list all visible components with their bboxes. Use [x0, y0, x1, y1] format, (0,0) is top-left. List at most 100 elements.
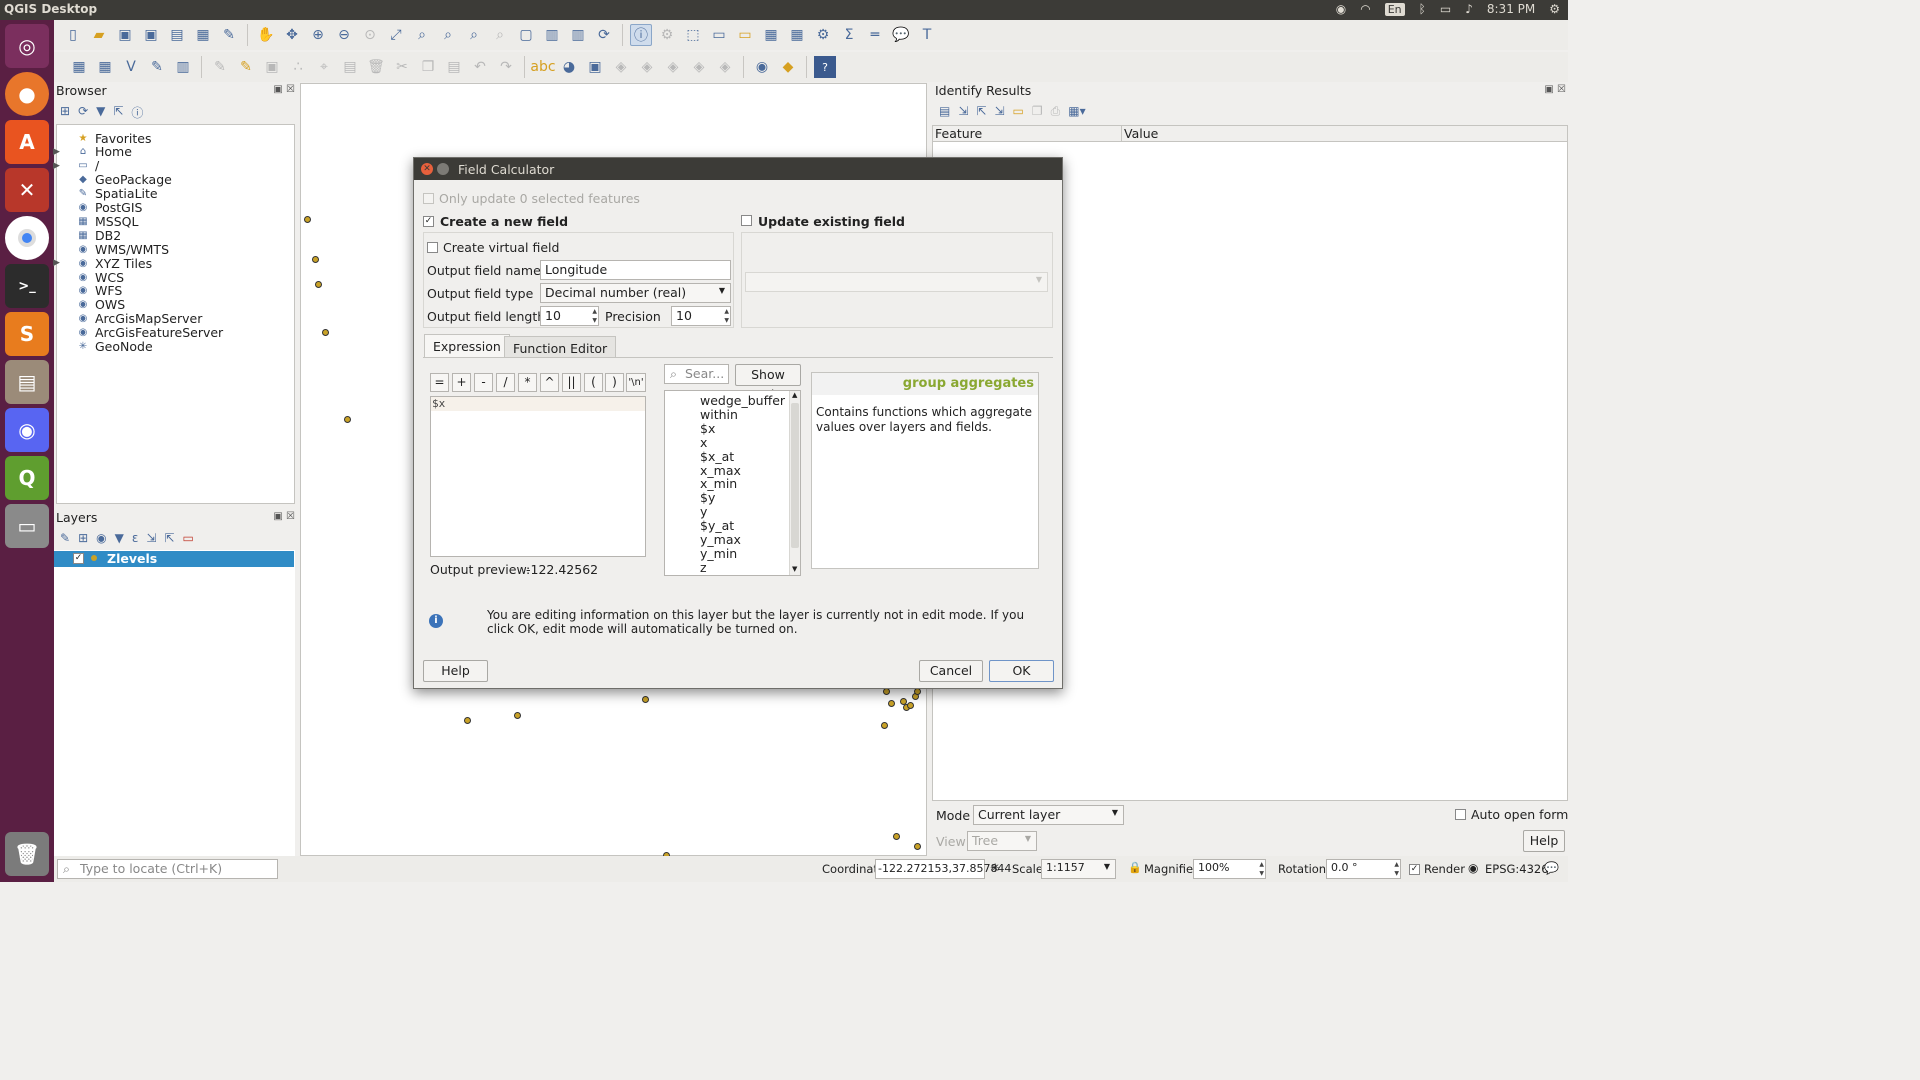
identify-settings-icon[interactable]: ▦▾ [1068, 104, 1085, 119]
output-field-type-select[interactable]: Decimal number (real) ▼ [540, 283, 731, 303]
map-feature-point[interactable] [893, 833, 900, 840]
existing-field-select[interactable]: ▼ [745, 272, 1048, 292]
crs-globe-icon[interactable]: ◉ [1468, 861, 1478, 875]
render-checkbox[interactable]: ✓ [1409, 864, 1420, 875]
tab-function-editor[interactable]: Function Editor [504, 336, 617, 358]
current-edits-icon[interactable]: ✎ [209, 56, 231, 78]
new-map-view-icon[interactable]: ▢ [515, 24, 537, 46]
browser-item[interactable]: ◉ PostGIS [77, 200, 143, 215]
disk-icon[interactable]: ▭ [5, 504, 49, 548]
discord-tray-icon[interactable]: ◉ [1336, 2, 1346, 16]
manage-map-themes-icon[interactable]: ◉ [96, 531, 106, 545]
browser-item[interactable]: ▦ MSSQL [77, 214, 138, 229]
spin-arrows-icon[interactable]: ▲ ▼ [1259, 860, 1264, 878]
precision-spinbox[interactable]: 10 ▲ ▼ [671, 306, 731, 326]
scale-select[interactable]: 1:1157 ▼ [1041, 859, 1116, 879]
add-db-layer-icon[interactable]: ▥ [172, 56, 194, 78]
copy-features-icon[interactable]: ❐ [417, 56, 439, 78]
function-list-item[interactable]: x_max [700, 463, 741, 478]
only-update-selected-checkbox[interactable] [423, 193, 434, 204]
save-project-icon[interactable]: ▣ [114, 24, 136, 46]
cut-features-icon[interactable]: ✂ [391, 56, 413, 78]
operator-button[interactable]: ^ [540, 373, 559, 392]
rotation-spinbox[interactable]: 0.0 ° ▲ ▼ [1326, 859, 1401, 879]
map-feature-point[interactable] [914, 843, 921, 850]
function-list-item[interactable]: x_min [700, 476, 737, 491]
cancel-button[interactable]: Cancel [919, 660, 983, 682]
operator-button[interactable]: = [430, 373, 449, 392]
function-list-item[interactable]: within [700, 407, 738, 422]
collapse-all-icon[interactable]: ⇱ [976, 104, 986, 119]
panel-float-close-icons[interactable]: ▣ ☒ [273, 511, 295, 522]
rotate-label-icon[interactable]: ◈ [688, 56, 710, 78]
style-manager-icon[interactable]: ✎ [218, 24, 240, 46]
expand-tree-icon[interactable]: ▤ [939, 104, 950, 119]
pan-to-selection-icon[interactable]: ✥ [281, 24, 303, 46]
browser-item[interactable]: ✳ GeoNode [77, 339, 153, 354]
layer-row-zlevels[interactable]: ✓ Zlevels [54, 551, 294, 567]
expand-all-icon[interactable]: ⇲ [958, 104, 968, 119]
auto-open-form-checkbox[interactable] [1455, 809, 1466, 820]
copy-feature-icon[interactable]: ❐ [1032, 104, 1043, 119]
files-icon[interactable]: ▤ [5, 360, 49, 404]
keyboard-layout-indicator[interactable]: En [1384, 2, 1405, 16]
clear-results-icon[interactable]: ▭ [1013, 104, 1024, 119]
tab-expression[interactable]: Expression [424, 334, 510, 358]
minimize-icon[interactable] [437, 163, 449, 175]
create-virtual-field-checkbox[interactable] [427, 242, 438, 253]
browser-item[interactable]: ◉ ArcGisMapServer [77, 311, 203, 326]
messages-icon[interactable]: 💬 [1544, 861, 1559, 875]
lock-scale-icon[interactable]: 🔒 [1128, 861, 1142, 874]
map-feature-point[interactable] [514, 712, 521, 719]
python-console-icon[interactable]: ◆ [777, 56, 799, 78]
ubuntu-icon[interactable]: ◎ [5, 24, 49, 68]
update-existing-field-checkbox[interactable] [741, 215, 752, 226]
expression-editor[interactable]: $x [430, 396, 646, 557]
show-help-button[interactable]: Show Help [735, 364, 801, 402]
map-feature-point[interactable] [888, 700, 895, 707]
layout-manager-icon[interactable]: ▦ [192, 24, 214, 46]
map-feature-point[interactable] [914, 688, 921, 695]
undo-icon[interactable]: ↶ [469, 56, 491, 78]
function-list-item[interactable]: $y [700, 490, 715, 505]
new-bookmark-icon[interactable]: ▥ [541, 24, 563, 46]
scroll-down-icon[interactable]: ▼ [792, 565, 797, 573]
info-icon[interactable]: ⓘ [131, 104, 143, 121]
spin-arrows-icon[interactable]: ▲ ▼ [724, 307, 729, 325]
browser-item[interactable]: ◉ WMS/WMTS [77, 242, 169, 257]
filter-legend-icon[interactable]: ▼ [115, 531, 124, 545]
select-by-value-icon[interactable]: ▭ [708, 24, 730, 46]
remove-layer-icon[interactable]: ▭ [182, 531, 193, 545]
output-field-name-input[interactable]: Longitude [540, 260, 731, 280]
operator-button[interactable]: || [562, 373, 581, 392]
create-new-field-checkbox[interactable]: ✓ [423, 216, 434, 227]
vertex-tool-icon[interactable]: ⌖ [313, 56, 335, 78]
change-label-icon[interactable]: ◈ [714, 56, 736, 78]
map-feature-point[interactable] [304, 216, 311, 223]
zoom-native-icon[interactable]: ⊙ [359, 24, 381, 46]
browser-item[interactable]: ✎ SpatiaLite [77, 186, 158, 201]
new-project-icon[interactable]: ▯ [62, 24, 84, 46]
chrome-icon[interactable] [5, 216, 49, 260]
browser-item[interactable]: ▶ ◉ XYZ Tiles [53, 256, 152, 271]
settings-icon[interactable]: ✕ [5, 168, 49, 212]
close-icon[interactable]: ✕ [421, 163, 433, 175]
print-response-icon[interactable]: ⎙ [1051, 104, 1061, 119]
modify-attributes-icon[interactable]: ▤ [339, 56, 361, 78]
collapse-all-icon[interactable]: ⇱ [164, 531, 174, 545]
layer-diagram-icon[interactable]: ◕ [558, 56, 580, 78]
terminal-icon[interactable]: >_ [5, 264, 49, 308]
browser-item[interactable]: ◉ WCS [77, 270, 124, 285]
text-annotation-icon[interactable]: T [916, 24, 938, 46]
discord-icon[interactable]: ◉ [5, 408, 49, 452]
crs-label[interactable]: EPSG:4326 [1485, 862, 1549, 876]
spin-arrows-icon[interactable]: ▲ ▼ [1394, 860, 1399, 878]
field-calculator-icon[interactable]: ▦ [786, 24, 808, 46]
redo-icon[interactable]: ↷ [495, 56, 517, 78]
qgis-icon[interactable]: Q [5, 456, 49, 500]
function-list-item[interactable]: z [700, 560, 707, 575]
browser-item[interactable]: ▶ ⌂ Home [53, 144, 132, 159]
coordinate-field[interactable]: -122.272153,37.857844 [875, 859, 1011, 879]
select-features-icon[interactable]: ⬚ [682, 24, 704, 46]
layer-visibility-checkbox[interactable]: ✓ [73, 553, 84, 564]
